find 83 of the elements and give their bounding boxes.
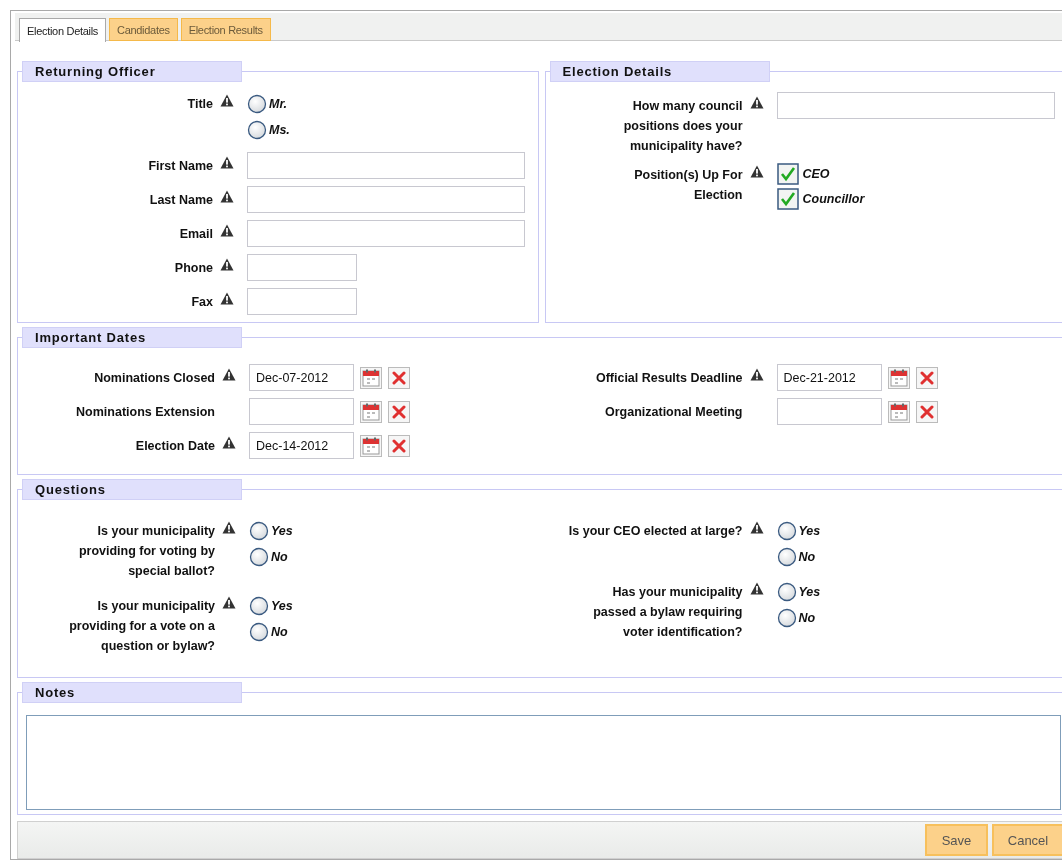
date-field[interactable] <box>249 398 354 425</box>
field-label: Election Date <box>135 438 215 455</box>
clear-date-button[interactable] <box>388 366 410 389</box>
clear-date-button[interactable] <box>915 400 938 423</box>
option-label: Ms. <box>269 122 290 139</box>
calendar-button[interactable] <box>360 366 382 389</box>
section-title: Returning Officer <box>22 61 242 82</box>
option-label: Yes <box>798 584 821 601</box>
radio-button[interactable] <box>776 521 797 541</box>
field-label: Has your municipality passed a bylaw requiring voter identification? <box>592 584 743 641</box>
text-field[interactable] <box>776 92 1055 119</box>
checkbox[interactable] <box>776 188 799 210</box>
field-label: How many council positions does your municipality have? <box>622 98 743 155</box>
radio-button[interactable] <box>776 547 797 567</box>
date-field[interactable] <box>776 398 882 425</box>
calendar-icon <box>362 402 380 421</box>
tab[interactable]: Election Details <box>19 18 106 42</box>
calendar-icon <box>889 402 908 421</box>
option-label: No <box>271 549 288 566</box>
field-label: Organizational Meeting <box>605 404 743 421</box>
date-field[interactable]: Dec-14-2012 <box>249 432 354 459</box>
clear-date-button[interactable] <box>388 434 410 457</box>
field-label: Title <box>187 96 213 113</box>
field-label: Last Name <box>149 192 213 209</box>
option-label: Mr. <box>269 96 288 113</box>
tab[interactable]: Election Results <box>180 18 271 41</box>
field-label: Nominations Extension <box>76 404 215 421</box>
radio-button[interactable] <box>249 622 269 642</box>
save-button[interactable]: Save <box>925 824 988 856</box>
field-label: Phone <box>174 260 213 277</box>
calendar-button[interactable] <box>360 434 382 457</box>
clear-date-button[interactable] <box>915 366 938 389</box>
field-label: Is your municipality providing for voting by special ballot? <box>77 523 215 580</box>
option-label: CEO <box>802 166 830 183</box>
option-label: Yes <box>271 523 293 540</box>
option-label: No <box>798 549 816 566</box>
radio-button[interactable] <box>249 547 269 567</box>
text-field[interactable] <box>247 220 525 247</box>
option-label: Yes <box>798 523 821 540</box>
field-label: Is your municipality providing for a vote on a question or bylaw? <box>68 598 215 655</box>
option-label: No <box>798 610 816 627</box>
field-label: Position(s) Up For Election <box>633 167 743 204</box>
field-label: Is your CEO elected at large? <box>568 523 743 540</box>
calendar-icon <box>362 436 380 455</box>
text-field[interactable] <box>247 186 525 213</box>
section-title: Notes <box>22 682 242 703</box>
field-label: Email <box>179 226 213 243</box>
field-label: Fax <box>191 294 213 311</box>
calendar-button[interactable] <box>887 400 910 423</box>
radio-button[interactable] <box>249 521 269 541</box>
text-field[interactable] <box>247 152 525 179</box>
section-title: Election Details <box>549 61 770 82</box>
checkbox[interactable] <box>776 163 799 185</box>
radio-button[interactable] <box>776 608 797 628</box>
clear-icon <box>919 370 934 385</box>
radio-button[interactable] <box>776 582 797 602</box>
tab[interactable]: Candidates <box>109 18 178 41</box>
option-label: Yes <box>271 598 293 615</box>
date-field[interactable]: Dec-07-2012 <box>249 364 354 391</box>
radio-button[interactable] <box>247 120 267 140</box>
radio-button[interactable] <box>247 94 267 114</box>
calendar-icon <box>362 368 380 387</box>
clear-date-button[interactable] <box>388 400 410 423</box>
clear-icon <box>392 370 406 385</box>
notes-field[interactable] <box>26 715 1061 810</box>
clear-icon <box>919 404 934 419</box>
radio-button[interactable] <box>249 596 269 616</box>
field-label: Nominations Closed <box>94 370 215 387</box>
option-label: Councillor <box>802 191 865 208</box>
text-field[interactable] <box>247 288 357 315</box>
field-label: Official Results Deadline <box>595 370 743 387</box>
section-title: Questions <box>22 479 242 500</box>
option-label: No <box>271 624 288 641</box>
calendar-button[interactable] <box>887 366 910 389</box>
calendar-icon <box>889 368 908 387</box>
field-label: First Name <box>148 158 213 175</box>
clear-icon <box>392 404 406 419</box>
section-title: Important Dates <box>22 327 242 348</box>
calendar-button[interactable] <box>360 400 382 423</box>
text-field[interactable] <box>247 254 357 281</box>
date-field[interactable]: Dec-21-2012 <box>776 364 882 391</box>
cancel-button[interactable]: Cancel <box>992 824 1062 856</box>
clear-icon <box>392 438 406 453</box>
